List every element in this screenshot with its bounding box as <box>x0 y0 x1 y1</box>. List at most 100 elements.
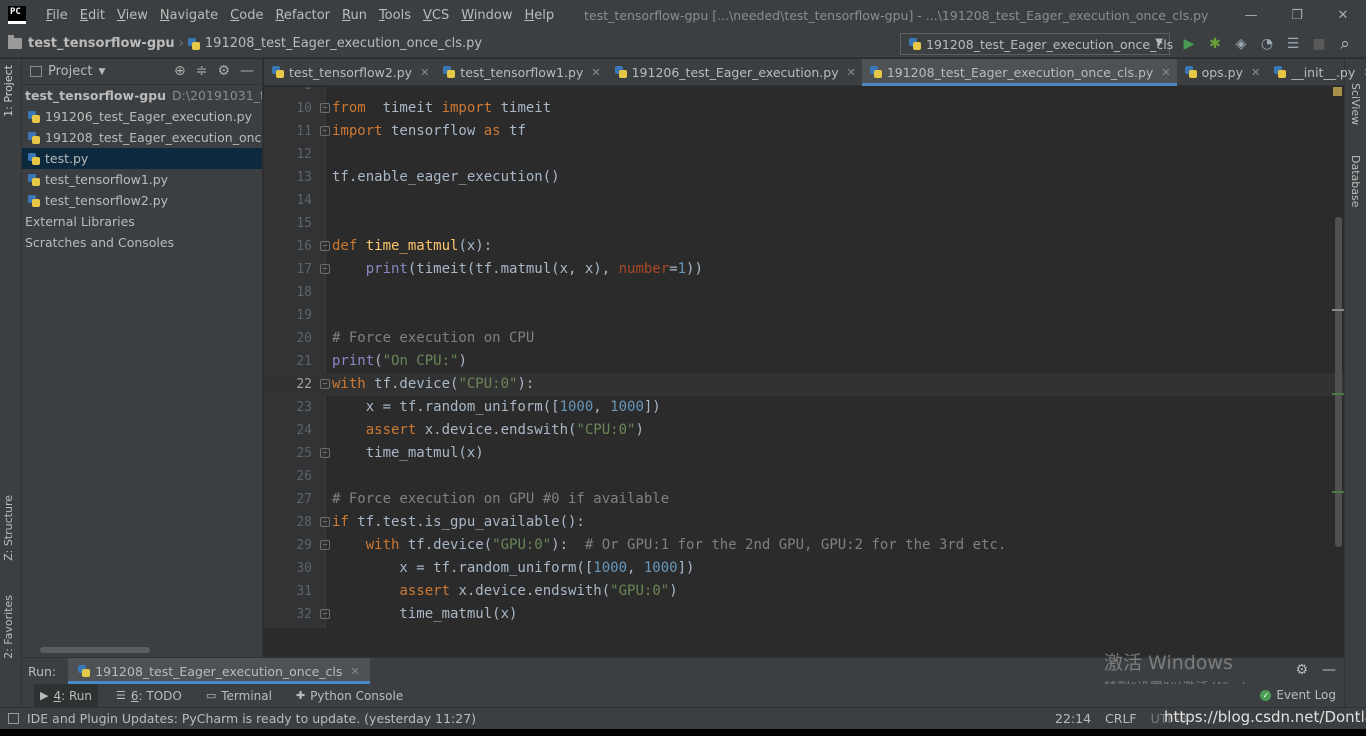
chevron-down-icon[interactable]: ▼ <box>98 67 105 77</box>
line-separator[interactable]: CRLF <box>1105 711 1137 726</box>
close-icon[interactable]: ✕ <box>1161 66 1170 79</box>
tab-sciview-tool[interactable]: SciView <box>1349 83 1362 125</box>
gear-icon[interactable]: ⚙ <box>217 63 230 79</box>
tab-database-tool[interactable]: Database <box>1349 155 1362 208</box>
line-number[interactable]: 15 <box>264 212 312 235</box>
tab-favorites-tool[interactable]: 2: Favorites <box>2 595 15 659</box>
editor-tab[interactable]: test_tensorflow1.py ✕ <box>435 59 606 85</box>
code-text[interactable]: if tf.test.is_gpu_available(): <box>332 511 585 534</box>
project-horizontal-scrollbar[interactable] <box>40 647 150 653</box>
menu-item-code[interactable]: Code <box>224 8 269 23</box>
line-number[interactable]: 30 <box>264 557 312 580</box>
code-text[interactable]: import tensorflow as tf <box>332 120 526 143</box>
coverage-icon[interactable]: ◈ <box>1230 34 1252 54</box>
scrollbar-thumb[interactable] <box>1335 217 1342 547</box>
tree-item-file[interactable]: test.py <box>22 148 262 169</box>
editor-tab[interactable]: 191208_test_Eager_execution_once_cls.py ✕ <box>861 59 1177 86</box>
line-number[interactable]: 18 <box>264 281 312 304</box>
line-number[interactable]: 13 <box>264 166 312 189</box>
close-icon[interactable]: ✕ <box>847 66 856 79</box>
menu-item-refactor[interactable]: Refactor <box>269 8 336 23</box>
editor-vertical-scrollbar[interactable] <box>1332 87 1344 628</box>
fold-marker-icon[interactable]: − <box>320 609 330 619</box>
line-number[interactable]: 25 <box>264 442 312 465</box>
close-icon[interactable]: ✕ <box>591 66 600 79</box>
fold-marker-icon[interactable]: − <box>320 517 330 527</box>
line-number[interactable]: 23 <box>264 396 312 419</box>
tree-item-scratches[interactable]: Scratches and Consoles <box>22 232 262 253</box>
fold-marker-icon[interactable]: − <box>320 379 330 389</box>
run-configuration-select[interactable]: 191208_test_Eager_execution_once_cls ▼ <box>900 33 1173 55</box>
project-panel-title[interactable]: Project <box>48 64 92 79</box>
debug-icon[interactable]: ✱ <box>1204 34 1226 54</box>
line-number[interactable]: 22 <box>264 373 312 396</box>
line-number[interactable]: 28 <box>264 511 312 534</box>
line-number[interactable]: 27 <box>264 488 312 511</box>
menu-item-tools[interactable]: Tools <box>373 8 417 23</box>
tree-item-file[interactable]: test_tensorflow1.py <box>22 169 262 190</box>
line-number[interactable]: 31 <box>264 580 312 603</box>
code-text[interactable]: def time_matmul(x): <box>332 235 492 258</box>
menu-item-window[interactable]: Window <box>455 8 518 23</box>
tab-project-tool[interactable]: 1: Project <box>2 65 15 117</box>
line-number[interactable]: 16 <box>264 235 312 258</box>
project-root-node[interactable]: test_tensorflow-gpu D:\20191031_tenso <box>22 85 262 106</box>
menu-item-help[interactable]: Help <box>519 8 561 23</box>
menu-item-edit[interactable]: Edit <box>74 8 111 23</box>
tab-structure-tool[interactable]: Z: Structure <box>2 495 15 561</box>
close-button[interactable]: ✕ <box>1320 0 1366 30</box>
collapse-all-icon[interactable]: ≑ <box>196 63 208 79</box>
concurrency-icon[interactable]: ☰ <box>1282 34 1304 54</box>
code-editor[interactable]: 910−from timeit import timeit11−import t… <box>264 87 1344 628</box>
editor-tab[interactable]: test_tensorflow2.py ✕ <box>264 59 435 85</box>
bottom-tab[interactable]: ✚ Python Console <box>290 684 409 707</box>
line-number[interactable]: 11 <box>264 120 312 143</box>
breadcrumb-project[interactable]: test_tensorflow-gpu <box>0 35 175 51</box>
code-text[interactable]: # Force execution on CPU <box>332 327 534 350</box>
line-number[interactable]: 14 <box>264 189 312 212</box>
editor-tab[interactable]: __init__.py✕ <box>1266 59 1366 85</box>
breadcrumb-file[interactable]: 191208_test_Eager_execution_once_cls.py <box>187 36 482 51</box>
editor-tab[interactable]: 191206_test_Eager_execution.py ✕ <box>607 59 862 85</box>
code-text[interactable]: print("On CPU:") <box>332 350 467 373</box>
code-text[interactable]: from timeit import timeit <box>332 97 551 120</box>
fold-marker-icon[interactable]: − <box>320 540 330 550</box>
locate-file-icon[interactable]: ⊕ <box>174 63 186 79</box>
tree-item-external-libraries[interactable]: External Libraries <box>22 211 262 232</box>
fold-marker-icon[interactable]: − <box>320 103 330 113</box>
bottom-tab[interactable]: ▶ 4: Run <box>34 684 98 707</box>
line-number[interactable]: 26 <box>264 465 312 488</box>
close-icon[interactable]: ✕ <box>420 66 429 79</box>
code-text[interactable]: with tf.device("CPU:0"): <box>332 373 534 396</box>
minimize-button[interactable]: — <box>1228 0 1274 30</box>
menu-item-file[interactable]: File <box>40 8 74 23</box>
code-text[interactable]: assert x.device.endswith("GPU:0") <box>332 580 677 603</box>
code-text[interactable]: print(timeit(tf.matmul(x, x), number=1)) <box>332 258 703 281</box>
line-number[interactable]: 12 <box>264 143 312 166</box>
bottom-tab[interactable]: ☰ 6: TODO <box>110 684 188 707</box>
bottom-tab[interactable]: ▭ Terminal <box>200 684 278 707</box>
tree-item-file[interactable]: 191206_test_Eager_execution.py <box>22 106 262 127</box>
line-number[interactable]: 19 <box>264 304 312 327</box>
code-text[interactable]: time_matmul(x) <box>332 603 517 626</box>
status-message[interactable]: IDE and Plugin Updates: PyCharm is ready… <box>27 711 476 726</box>
gear-icon[interactable]: ⚙ <box>1295 662 1308 678</box>
line-number[interactable]: 20 <box>264 327 312 350</box>
run-icon[interactable]: ▶ <box>1178 34 1200 54</box>
hide-panel-icon[interactable]: — <box>1322 662 1336 678</box>
tree-item-file[interactable]: test_tensorflow2.py <box>22 190 262 211</box>
line-number[interactable]: 32 <box>264 603 312 626</box>
run-tab[interactable]: 191208_test_Eager_execution_once_cls ✕ <box>68 658 371 684</box>
close-icon[interactable]: ✕ <box>350 665 359 678</box>
tree-item-file[interactable]: 191208_test_Eager_execution_once_cls <box>22 127 262 148</box>
hide-panel-icon[interactable]: — <box>240 63 254 79</box>
restore-button[interactable]: ❐ <box>1274 0 1320 30</box>
fold-marker-icon[interactable]: − <box>320 241 330 251</box>
search-icon[interactable]: ⌕ <box>1334 34 1356 54</box>
menu-item-run[interactable]: Run <box>336 8 373 23</box>
fold-marker-icon[interactable]: − <box>320 448 330 458</box>
stop-icon[interactable]: ■ <box>1308 34 1330 54</box>
event-log-button[interactable]: ✓ Event Log <box>1260 688 1336 702</box>
tool-windows-icon[interactable] <box>8 713 19 724</box>
close-icon[interactable]: ✕ <box>1251 66 1260 79</box>
